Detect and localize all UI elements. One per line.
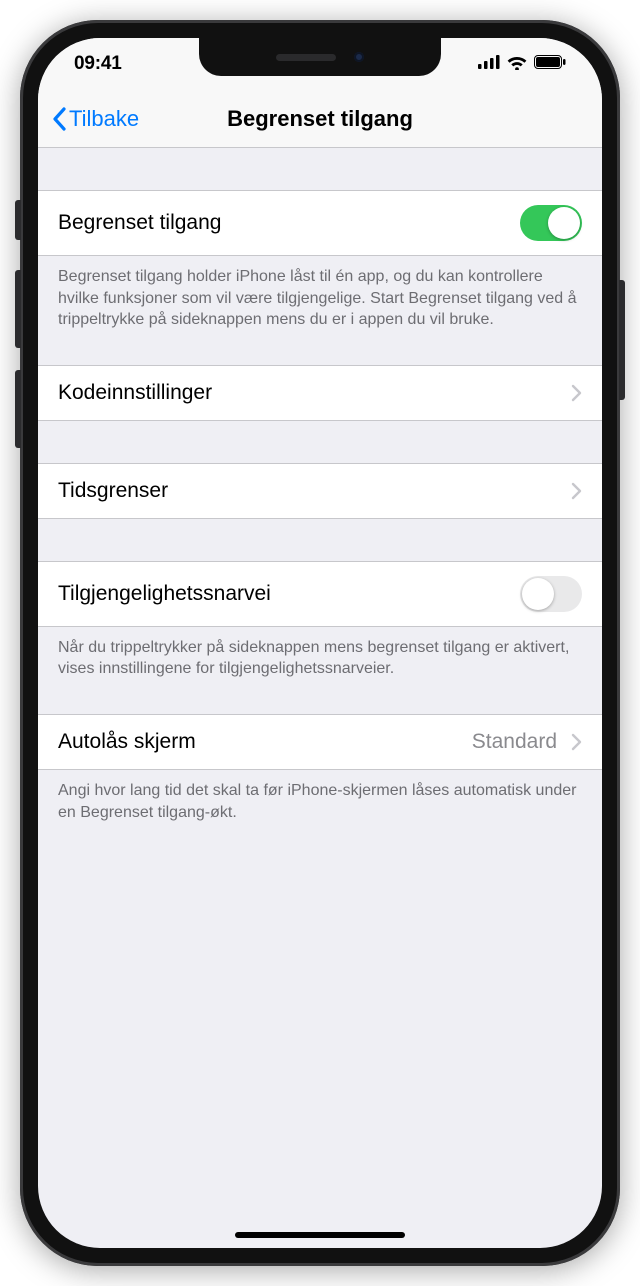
guided-access-footer: Begrenset tilgang holder iPhone låst til… [38, 256, 602, 337]
guided-access-label: Begrenset tilgang [58, 211, 221, 235]
page-title: Begrenset tilgang [227, 106, 413, 132]
screen-autolock-value: Standard [472, 730, 557, 754]
home-indicator[interactable] [235, 1232, 405, 1238]
back-button[interactable]: Tilbake [52, 90, 139, 147]
screen-autolock-label: Autolås skjerm [58, 730, 196, 754]
chevron-right-icon [571, 384, 582, 402]
chevron-right-icon [571, 733, 582, 751]
passcode-settings-cell[interactable]: Kodeinnstillinger [38, 365, 602, 421]
navigation-bar: Tilbake Begrenset tilgang [38, 90, 602, 148]
chevron-right-icon [571, 482, 582, 500]
screen-autolock-footer: Angi hvor lang tid det skal ta før iPhon… [38, 770, 602, 829]
cellular-signal-icon [478, 55, 500, 74]
wifi-icon [506, 54, 528, 75]
back-label: Tilbake [69, 106, 139, 132]
time-limits-label: Tidsgrenser [58, 479, 168, 503]
accessibility-shortcut-label: Tilgjengelighetssnarvei [58, 582, 271, 606]
guided-access-toggle[interactable] [520, 205, 582, 241]
battery-icon [534, 55, 566, 74]
status-time: 09:41 [74, 53, 122, 75]
time-limits-cell[interactable]: Tidsgrenser [38, 463, 602, 519]
guided-access-toggle-cell[interactable]: Begrenset tilgang [38, 190, 602, 256]
accessibility-shortcut-cell[interactable]: Tilgjengelighetssnarvei [38, 561, 602, 627]
passcode-settings-label: Kodeinnstillinger [58, 381, 212, 405]
accessibility-shortcut-footer: Når du trippeltrykker på sideknappen men… [38, 627, 602, 686]
accessibility-shortcut-toggle[interactable] [520, 576, 582, 612]
chevron-left-icon [52, 107, 67, 131]
screen-autolock-cell[interactable]: Autolås skjerm Standard [38, 714, 602, 770]
